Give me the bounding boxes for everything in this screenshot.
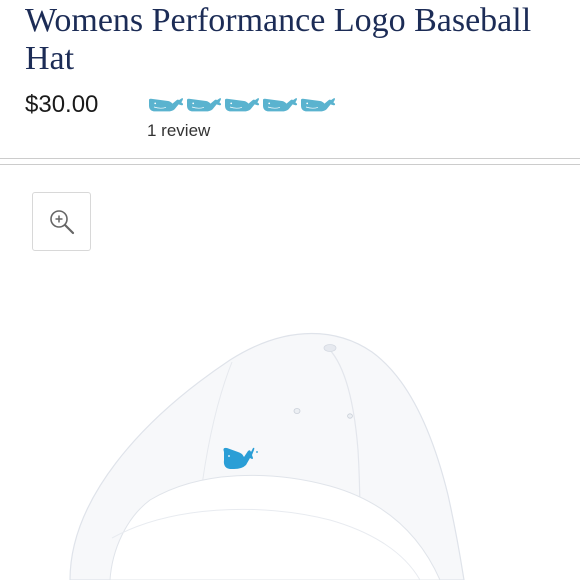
rating-stars[interactable] — [147, 97, 336, 112]
whale-icon — [262, 97, 298, 112]
product-image[interactable] — [60, 300, 580, 580]
divider — [0, 158, 580, 159]
zoom-in-icon — [49, 209, 74, 234]
whale-icon — [186, 97, 222, 112]
baseball-hat — [69, 333, 465, 580]
whale-icon — [148, 97, 184, 112]
product-price: $30.00 — [25, 91, 99, 118]
whale-icon — [300, 97, 336, 112]
whale-icon — [224, 97, 260, 112]
zoom-button[interactable] — [32, 192, 91, 251]
divider — [0, 164, 580, 165]
review-count-link[interactable]: 1 review — [147, 120, 210, 142]
product-title: Womens Performance Logo Baseball Hat — [25, 2, 532, 77]
